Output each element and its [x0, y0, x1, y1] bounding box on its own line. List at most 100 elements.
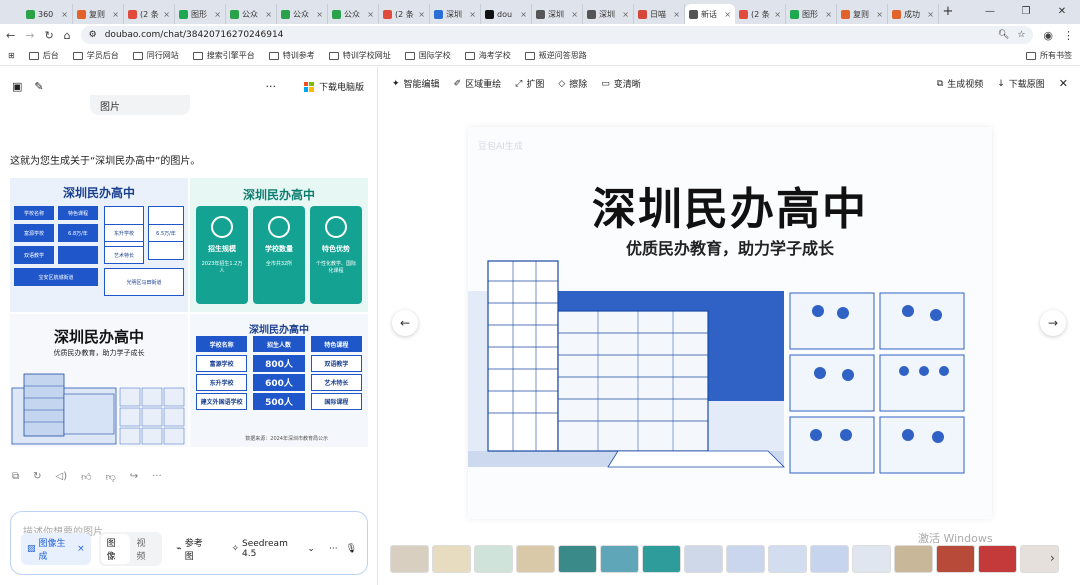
browser-tab[interactable]: 日喵 ×	[634, 4, 685, 24]
bookmark-item[interactable]: 后台	[28, 50, 59, 61]
thumbnail-item[interactable]	[516, 545, 555, 573]
thumbnail-item[interactable]	[852, 545, 891, 573]
result-image-3[interactable]: 深圳民办高中 优质民办教育，助力学子成长	[10, 314, 188, 447]
browser-tab[interactable]: 复则 ×	[837, 4, 888, 24]
thumbnail-item[interactable]	[684, 545, 723, 573]
close-viewer-icon[interactable]: ✕	[1059, 77, 1068, 90]
share-icon[interactable]: ↪	[130, 471, 138, 483]
site-info-icon[interactable]: ⚙	[89, 30, 97, 40]
browser-tab[interactable]: (2 条 ×	[124, 4, 175, 24]
browser-tab[interactable]: 公众 ×	[226, 4, 277, 24]
tab-close-icon[interactable]: ×	[163, 10, 170, 19]
tab-close-icon[interactable]: ×	[774, 10, 781, 19]
browser-tab[interactable]: 公众 ×	[328, 4, 379, 24]
tab-close-icon[interactable]: ×	[876, 10, 883, 19]
generate-video-button[interactable]: ⧉ 生成视频	[937, 77, 983, 91]
bookmark-item[interactable]: 同行网站	[132, 50, 179, 61]
download-original-button[interactable]: ↓ 下载原图	[997, 77, 1045, 91]
thumbnail-item[interactable]	[810, 545, 849, 573]
other-bookmarks[interactable]: 所有书签	[1026, 50, 1072, 61]
image-gen-chip[interactable]: ▨ 图像生成 ×	[21, 533, 91, 565]
zoom-icon[interactable]: 🔍︎	[998, 30, 1009, 40]
tool-erase[interactable]: ◇ 擦除	[558, 77, 587, 91]
bookmark-item[interactable]: 特训学校网址	[328, 50, 391, 61]
dislike-icon[interactable]: 👎︎	[106, 471, 116, 483]
thumbnail-item[interactable]	[768, 545, 807, 573]
thumbnail-item[interactable]	[390, 545, 429, 573]
back-icon[interactable]: ←	[6, 29, 15, 42]
tab-close-icon[interactable]: ×	[265, 10, 272, 19]
tool-expand[interactable]: ⤢ 扩图	[515, 77, 544, 91]
thumbnail-item[interactable]	[894, 545, 933, 573]
thumbnail-item[interactable]	[558, 545, 597, 573]
tab-close-icon[interactable]: ×	[112, 10, 119, 19]
more-icon[interactable]: ···	[265, 80, 276, 93]
tab-close-icon[interactable]: ×	[367, 10, 374, 19]
tab-close-icon[interactable]: ×	[214, 10, 221, 19]
restore-icon[interactable]: ❐	[1008, 0, 1044, 24]
tab-close-icon[interactable]: ×	[418, 10, 425, 19]
tab-close-icon[interactable]: ×	[825, 10, 832, 19]
home-icon[interactable]: ⌂	[64, 29, 71, 42]
thumbnail-item[interactable]	[474, 545, 513, 573]
speaker-icon[interactable]: ◁)	[56, 471, 68, 483]
bookmark-item[interactable]: 国际学校	[404, 50, 451, 61]
bookmark-star-icon[interactable]: ☆	[1017, 30, 1025, 40]
more-actions-icon[interactable]: ···	[152, 471, 162, 483]
thumbnail-item[interactable]	[726, 545, 765, 573]
thumbnail-item[interactable]	[600, 545, 639, 573]
browser-tab[interactable]: 公众 ×	[277, 4, 328, 24]
model-select[interactable]: ✧ Seedream 4.5 ⌄	[225, 536, 321, 562]
result-image-2[interactable]: 深圳民办高中 招生规模 2023年招生1.2万人 学校数量 全市共32所 特色优势 个性化…	[190, 178, 368, 312]
tab-close-icon[interactable]: ×	[622, 10, 629, 19]
forward-icon[interactable]: →	[25, 29, 34, 42]
thumbnail-item[interactable]	[978, 545, 1017, 573]
chip-close-icon[interactable]: ×	[77, 544, 85, 554]
tool-region-redraw[interactable]: ✐ 区域重绘	[454, 77, 502, 91]
tab-close-icon[interactable]: ×	[61, 10, 68, 19]
result-image-4[interactable]: 深圳民办高中 学校名称 招生人数 特色课程 富源学校 800人 双语教学 东升学校 600人艺…	[190, 314, 368, 447]
tool-sharpen[interactable]: ▭ 变清晰	[601, 77, 641, 91]
browser-tab[interactable]: (2 条 ×	[735, 4, 786, 24]
apps-icon[interactable]: ⊞	[8, 51, 15, 60]
bookmark-item[interactable]: 搜索引擎平台	[192, 50, 255, 61]
browser-tab[interactable]: 深圳 ×	[583, 4, 634, 24]
url-field[interactable]: ⚙ doubao.com/chat/38420716270246914 🔍︎ ☆	[80, 26, 1034, 44]
like-icon[interactable]: 👍︎	[81, 471, 91, 483]
main-image[interactable]: 豆包AI生成 深圳民办高中 优质民办教育，助力学子成长	[468, 127, 992, 519]
download-pc-button[interactable]: 下载电脑版	[296, 77, 372, 96]
bookmark-item[interactable]: 海考学校	[464, 50, 511, 61]
regenerate-icon[interactable]: ↻	[33, 471, 41, 483]
browser-tab[interactable]: 深圳 ×	[430, 4, 481, 24]
browser-tab[interactable]: 深圳 ×	[532, 4, 583, 24]
tab-close-icon[interactable]: ×	[316, 10, 323, 19]
browser-tab[interactable]: 成功 ×	[888, 4, 939, 24]
reload-icon[interactable]: ↻	[44, 29, 53, 42]
tab-close-icon[interactable]: ×	[469, 10, 476, 19]
browser-tab[interactable]: 360 ×	[22, 4, 73, 24]
tool-smart-edit[interactable]: ✦ 智能编辑	[392, 77, 440, 91]
browser-tab[interactable]: (2 条 ×	[379, 4, 430, 24]
result-image-1[interactable]: 深圳民办高中 学校名称特色课程学费标准地址富源学校6.8万/年东升学校6.5万/…	[10, 178, 188, 312]
menu-icon[interactable]: ⋮	[1063, 29, 1074, 42]
sidebar-toggle-icon[interactable]: ▣	[12, 80, 22, 93]
reference-button[interactable]: ⌁ 参考图	[170, 533, 217, 565]
thumbnail-item[interactable]	[432, 545, 471, 573]
tab-close-icon[interactable]: ×	[673, 10, 680, 19]
thumbs-next-icon[interactable]: ›	[1050, 551, 1055, 565]
new-tab-button[interactable]: +	[939, 4, 957, 24]
browser-tab[interactable]: 图形 ×	[786, 4, 837, 24]
thumbnail-item[interactable]	[642, 545, 681, 573]
bookmark-item[interactable]: 学员后台	[72, 50, 119, 61]
new-chat-icon[interactable]: ✎	[34, 80, 43, 93]
more-options-icon[interactable]: ···	[329, 544, 338, 554]
browser-tab[interactable]: 图形 ×	[175, 4, 226, 24]
minimize-icon[interactable]: —	[972, 0, 1008, 24]
next-image-button[interactable]: →	[1040, 310, 1066, 336]
bookmark-item[interactable]: 叛逆问答思路	[524, 50, 587, 61]
prev-image-button[interactable]: ←	[392, 310, 418, 336]
browser-tab[interactable]: dou ×	[481, 4, 532, 24]
browser-tab[interactable]: 复则 ×	[73, 4, 124, 24]
browser-tab[interactable]: 新话 ×	[685, 4, 735, 24]
tab-close-icon[interactable]: ×	[520, 10, 527, 19]
